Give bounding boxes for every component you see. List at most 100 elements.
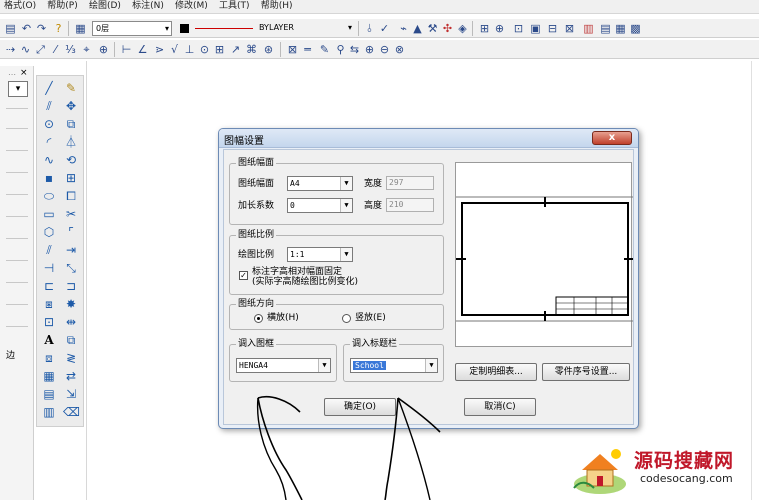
panel-dropdown[interactable]: ▾: [8, 81, 28, 97]
chart-icon[interactable]: ▦: [614, 22, 627, 35]
text-style-icon[interactable]: ▲: [411, 22, 424, 35]
zigzag-icon[interactable]: ≷: [63, 350, 79, 366]
menu-item-help-p[interactable]: 帮助(P): [43, 0, 81, 12]
menu-item-tools[interactable]: 工具(T): [215, 0, 254, 12]
layout-icon[interactable]: ⊟: [546, 22, 559, 35]
drawing-scale-select[interactable]: 1:1 ▼: [287, 247, 353, 262]
fillet-icon[interactable]: ⌜: [63, 224, 79, 240]
edit-dim-icon[interactable]: ⊠: [286, 43, 299, 56]
print-icon[interactable]: ⊠: [563, 22, 576, 35]
rotate-icon[interactable]: ⟲: [63, 152, 79, 168]
datum-icon[interactable]: ⊥: [183, 43, 196, 56]
copy-icon[interactable]: ▤: [4, 22, 17, 35]
scale-icon[interactable]: ⤢: [34, 43, 47, 56]
tolerance-icon[interactable]: ⊙: [198, 43, 211, 56]
help-icon[interactable]: ?: [52, 22, 65, 35]
linetype-combo[interactable]: BYLAYER ▾: [256, 21, 354, 36]
block-insert-icon[interactable]: ⧉: [63, 332, 79, 348]
pen-icon[interactable]: ✎: [63, 80, 79, 96]
offset-icon[interactable]: ⧠: [63, 188, 79, 204]
image-icon[interactable]: ⊡: [41, 314, 57, 330]
dim-style-icon[interactable]: ⚒: [426, 22, 439, 35]
query-icon[interactable]: ⚲: [334, 43, 347, 56]
block-icon[interactable]: ⊡: [512, 22, 525, 35]
menu-item-help[interactable]: 帮助(H): [257, 0, 297, 12]
move-icon[interactable]: ✥: [63, 98, 79, 114]
dialog-titlebar[interactable]: 图幅设置 x: [219, 129, 638, 148]
menu-item-modify[interactable]: 修改(M): [171, 0, 212, 12]
polyline-icon[interactable]: ⫽: [41, 242, 57, 258]
ok-button[interactable]: 确定(O): [324, 398, 396, 416]
part-number-settings-button[interactable]: 零件序号设置...: [542, 363, 630, 381]
hatch-icon[interactable]: ⧆: [41, 296, 57, 312]
linear-dim-icon[interactable]: ⊢: [120, 43, 133, 56]
mirror-icon[interactable]: ⏃: [63, 134, 79, 150]
frame-select[interactable]: HENGA4 ▼: [236, 358, 331, 373]
dim-break-icon[interactable]: ═: [301, 43, 314, 56]
table-icon[interactable]: ▦: [41, 368, 57, 384]
extend-icon[interactable]: ⇥: [63, 242, 79, 258]
point-icon[interactable]: ⫰: [363, 22, 376, 35]
color-swatch[interactable]: [180, 24, 189, 33]
ortho-icon[interactable]: ⊕: [493, 22, 506, 35]
layer-icon[interactable]: ▥: [41, 404, 57, 420]
copy-icon[interactable]: ⧉: [63, 116, 79, 132]
eraser-icon[interactable]: ⌫: [63, 404, 80, 420]
menu-item-dimension[interactable]: 标注(N): [128, 0, 168, 12]
distance-icon[interactable]: ⇆: [348, 43, 361, 56]
arrow-icon[interactable]: ⇢: [4, 43, 17, 56]
roughness-icon[interactable]: √: [168, 43, 181, 56]
library-icon[interactable]: ▥: [582, 22, 595, 35]
section-icon[interactable]: ⊕: [97, 43, 110, 56]
weld-icon[interactable]: ⋗: [153, 43, 166, 56]
pin-icon[interactable]: ⌖: [80, 43, 93, 56]
block-create-icon[interactable]: ⧈: [41, 350, 57, 366]
point-icon[interactable]: ▪: [41, 170, 57, 186]
portrait-radio[interactable]: [342, 314, 351, 323]
grid-icon[interactable]: ⊞: [478, 22, 491, 35]
menu-item-draw[interactable]: 绘图(D): [85, 0, 125, 12]
cancel-button[interactable]: 取消(C): [464, 398, 536, 416]
fixed-text-height-checkbox[interactable]: ✓: [239, 271, 248, 280]
close-button[interactable]: x: [592, 131, 632, 145]
attribute-icon[interactable]: ▣: [529, 22, 542, 35]
zoom-out-icon[interactable]: ⊖: [378, 43, 391, 56]
property-icon[interactable]: ⌁: [397, 22, 410, 35]
ellipse-icon[interactable]: ⬭: [41, 188, 57, 204]
layer-manager-icon[interactable]: ▦: [74, 22, 87, 35]
centerline-icon[interactable]: ⊣: [41, 260, 57, 276]
polygon-icon[interactable]: ⬡: [41, 224, 57, 240]
explode-icon[interactable]: ✸: [63, 296, 79, 312]
settings-icon[interactable]: ▩: [629, 22, 642, 35]
measure-icon[interactable]: ⅓: [64, 43, 77, 56]
arc-icon[interactable]: ◜: [41, 134, 57, 150]
circle-icon[interactable]: ⊙: [41, 116, 57, 132]
symbol-icon[interactable]: ⌘: [245, 43, 258, 56]
zoom-in-icon[interactable]: ⊕: [363, 43, 376, 56]
close-icon[interactable]: ×: [20, 68, 28, 78]
extension-factor-select[interactable]: 0 ▼: [287, 198, 353, 213]
redo-icon[interactable]: ↷: [35, 22, 48, 35]
image-icon[interactable]: ◈: [456, 22, 469, 35]
menu-item-format[interactable]: 格式(O): [0, 0, 40, 12]
parallel-line-icon[interactable]: ⫽: [41, 98, 57, 114]
title-block-select[interactable]: School ▼: [350, 358, 438, 373]
table-icon[interactable]: ▤: [599, 22, 612, 35]
trim-icon[interactable]: ✂: [63, 206, 79, 222]
layer-combo[interactable]: 0层 ▾: [92, 21, 172, 36]
line-icon[interactable]: ╱: [41, 80, 57, 96]
zoom-window-icon[interactable]: ⊗: [393, 43, 406, 56]
landscape-radio[interactable]: [254, 314, 263, 323]
rectangle-icon[interactable]: ▭: [41, 206, 57, 222]
angle-dim-icon[interactable]: ∠: [136, 43, 149, 56]
measure-icon[interactable]: ⇲: [63, 386, 79, 402]
text-icon[interactable]: A: [41, 332, 57, 348]
detail-view-icon[interactable]: ⊛: [262, 43, 275, 56]
slant-icon[interactable]: ⁄: [49, 43, 62, 56]
detail-table-button[interactable]: 定制明细表...: [455, 363, 537, 381]
paper-size-select[interactable]: A4 ▼: [287, 176, 353, 191]
leader-icon[interactable]: ↗: [229, 43, 242, 56]
equidistant-icon[interactable]: ⊏: [41, 278, 57, 294]
snap-icon[interactable]: ✓: [378, 22, 391, 35]
curve-icon[interactable]: ∿: [19, 43, 32, 56]
